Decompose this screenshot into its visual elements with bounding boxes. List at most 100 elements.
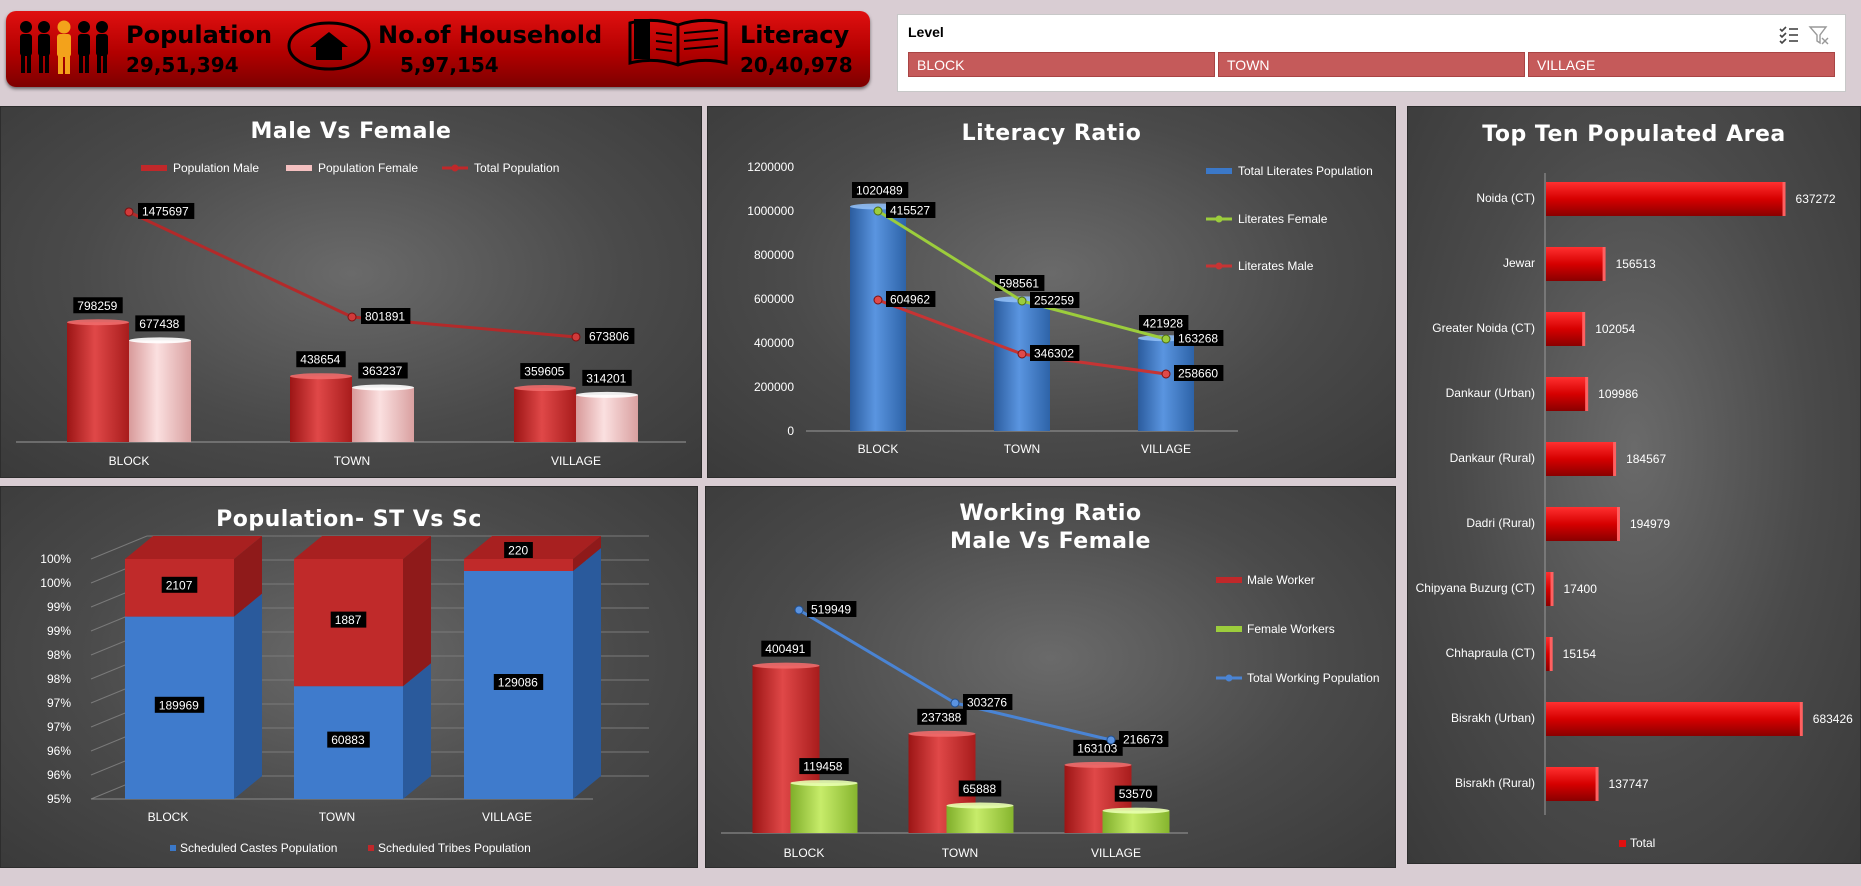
legend-label-1: Female Workers [1247,622,1335,636]
data-label-1: 156513 [1616,257,1656,271]
bar-female-BLOCK [129,340,191,442]
bar-literates-VILLAGE [1138,338,1194,431]
data-label-male-VILLAGE: 359605 [524,365,564,379]
data-label-male-VILLAGE: 258660 [1178,367,1218,381]
data-label-female-TOWN: 363237 [362,364,402,378]
kpi-household: No.of Household 5,97,154 [286,11,606,87]
y-tick-4: 97% [47,696,71,710]
data-label-total-BLOCK: 1475697 [142,204,189,218]
bar-female-cap-VILLAGE [576,391,638,398]
clear-filter-icon[interactable] [1808,24,1830,46]
bar-edge-2 [1582,312,1586,346]
legend-swatch-1 [286,165,312,171]
data-label-male-BLOCK: 798259 [77,299,117,313]
data-label-male-TOWN: 438654 [300,353,340,367]
legend-swatch-0 [1206,168,1232,174]
bar-female-cap-VILLAGE [1102,807,1170,814]
data-label-st-BLOCK: 2107 [166,578,193,592]
y-tick-2: 96% [47,744,71,758]
multi-select-icon[interactable] [1778,24,1800,46]
bar-9 [1546,767,1598,801]
data-label-5: 194979 [1630,517,1670,531]
bar-female-cap-BLOCK [129,337,191,344]
x-tick-BLOCK: BLOCK [858,442,899,456]
point-male-VILLAGE [1161,369,1171,379]
data-label-male-BLOCK: 400491 [765,642,805,656]
bar-edge-8 [1799,702,1803,736]
book-icon [628,18,728,67]
bar-edge-7 [1549,637,1553,671]
working-panel: Working Ratio Male Vs Female 400491 11945… [705,486,1396,868]
bar-edge-3 [1585,377,1589,411]
point-total-working-VILLAGE [1106,735,1116,745]
data-label-female-BLOCK: 677438 [139,317,179,331]
bar-literates-TOWN [994,299,1050,431]
bar-female-worker-BLOCK [790,783,858,833]
bar-male-cap-VILLAGE [514,385,576,392]
data-label-7: 15154 [1563,647,1597,661]
y-tick-7: 99% [47,624,71,638]
y-tick-6: 98% [47,648,71,662]
x-tick-TOWN: TOWN [942,846,978,860]
data-label-female-BLOCK: 119458 [803,760,842,774]
kpi-population-label: Population [126,21,273,49]
slicer-item-village[interactable]: VILLAGE [1528,52,1835,77]
bar-female-cap-TOWN [352,384,414,391]
data-label-sc-VILLAGE: 129086 [498,676,538,690]
bar-male-cap-TOWN [908,730,976,737]
y-tick-7: Chhapraula (CT) [1446,646,1535,660]
data-label-3: 109986 [1598,387,1638,401]
point-female-TOWN [1017,296,1027,306]
legend-swatch-1-marker [1215,215,1223,223]
x-tick-VILLAGE: VILLAGE [1091,846,1141,860]
y-tick-3: Dankaur (Urban) [1446,386,1535,400]
data-label-female-VILLAGE: 314201 [586,371,626,385]
y-tick-1: 96% [47,768,71,782]
point-total-TOWN [347,312,357,322]
bar-edge-4 [1613,442,1617,476]
slicer-item-block[interactable]: BLOCK [908,52,1215,77]
bar-female-VILLAGE [576,394,638,442]
y-tick-8: Bisrakh (Urban) [1451,711,1535,725]
kpi-population: Population 29,51,394 [18,11,272,87]
slicer-item-town[interactable]: TOWN [1218,52,1525,77]
legend-label-1: Population Female [318,161,418,175]
data-label-2: 102054 [1595,322,1635,336]
data-label-total-TOWN: 801891 [365,309,405,323]
legend-label-sc: Scheduled Castes Population [180,841,337,855]
legend-label-2: Total Population [474,161,559,175]
bar-3 [1546,377,1588,411]
bar-female-TOWN [352,387,414,442]
bar-female-cap-BLOCK [790,780,858,787]
legend-label-total: Total [1630,836,1655,850]
st-sc-panel: Population- ST Vs Sc 95% 96% 96% 97% 97% 98% 9… [0,486,698,868]
data-label-literates-TOWN: 598561 [999,277,1039,291]
x-tick-TOWN: TOWN [319,810,355,824]
y-tick-10: 100% [40,552,71,566]
kpi-population-value: 29,51,394 [126,53,239,77]
kpi-literacy-value: 20,40,978 [740,53,853,77]
kpi-literacy: Literacy 20,40,978 [626,11,866,87]
legend-swatch-sc [170,845,176,851]
data-label-sc-BLOCK: 189969 [159,698,199,712]
data-label-total-BLOCK: 519949 [811,603,851,617]
working-chart: 400491119458BLOCK23738865888TOWN16310353… [721,573,1380,860]
kpi-literacy-label: Literacy [740,21,850,49]
bar-sc-side-BLOCK [234,593,262,799]
y-tick-400000: 400000 [754,336,794,350]
bar-sc-side-TOWN [403,663,431,799]
legend-swatch-2-marker [1215,262,1223,270]
bar-8 [1546,702,1802,736]
bar-st-VILLAGE [464,559,573,571]
bar-0 [1546,182,1785,216]
data-label-male-TOWN: 346302 [1034,347,1074,361]
x-tick-BLOCK: BLOCK [109,454,150,468]
data-label-st-VILLAGE: 220 [508,544,528,558]
kpi-household-value: 5,97,154 [400,53,499,77]
point-female-BLOCK [873,206,883,216]
x-tick-BLOCK: BLOCK [784,846,825,860]
y-tick-1200000: 1200000 [747,160,794,174]
literacy-panel: Literacy Ratio 0 200000 400000 600000 800000… [707,106,1396,478]
kpi-banner: Population 29,51,394 No.of Household 5,9… [6,11,870,87]
legend-label-0: Population Male [173,161,259,175]
